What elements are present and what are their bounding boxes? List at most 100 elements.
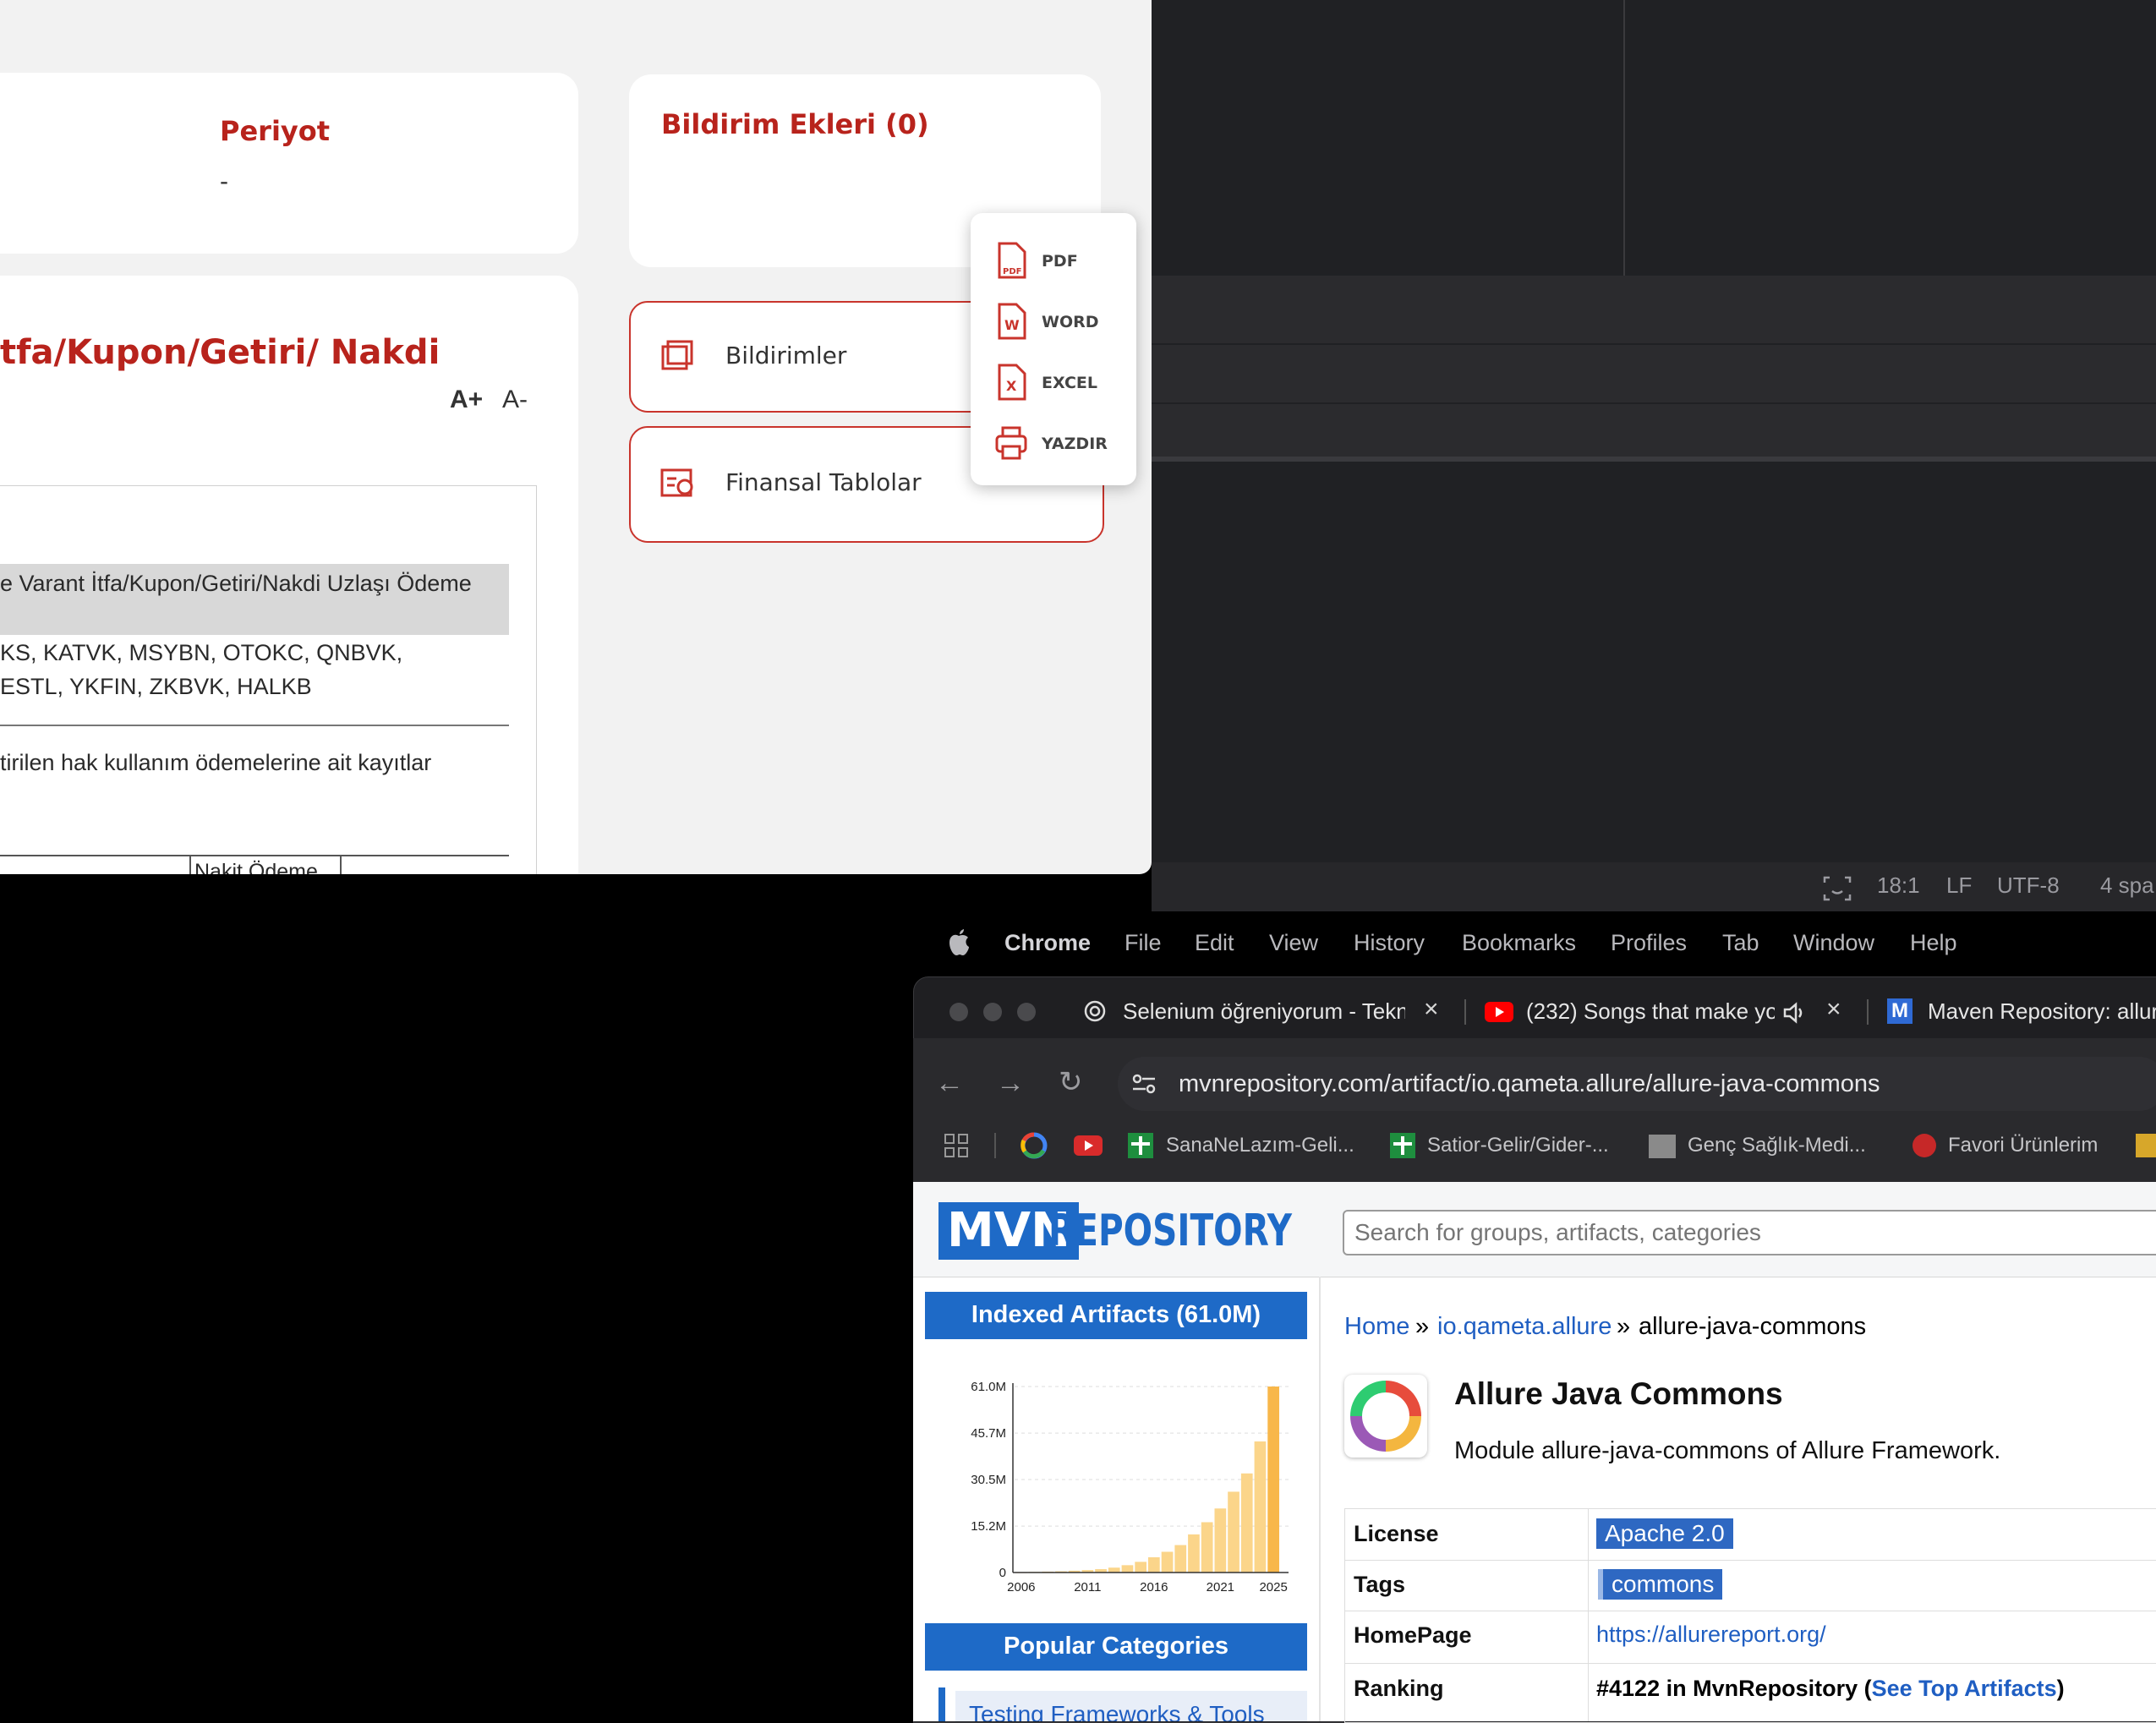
site-thumbnail-icon xyxy=(1649,1135,1676,1158)
font-decrease-button[interactable]: A- xyxy=(502,386,528,414)
ranking-label: Ranking xyxy=(1354,1676,1444,1701)
back-icon[interactable]: ← xyxy=(935,1067,964,1100)
tag-commons[interactable]: commons xyxy=(1598,1569,1723,1600)
homepage-link[interactable]: https://allurereport.org/ xyxy=(1596,1622,1826,1648)
doc-divider xyxy=(0,725,509,726)
apps-grid-icon[interactable] xyxy=(944,1133,969,1158)
menu-help[interactable]: Help xyxy=(1910,930,1957,956)
breadcrumb-group[interactable]: io.qameta.allure xyxy=(1437,1313,1612,1341)
chart-bar xyxy=(1188,1534,1200,1573)
excel-icon: X xyxy=(998,364,1026,401)
homepage-label: HomePage xyxy=(1354,1622,1472,1648)
indexed-artifacts-header: Indexed Artifacts (61.0M) xyxy=(925,1292,1307,1339)
chart-x-tick-label: 2025 xyxy=(1259,1580,1287,1594)
report-icon xyxy=(660,468,693,497)
sheets-icon xyxy=(1128,1133,1153,1158)
speaker-icon[interactable] xyxy=(1782,1001,1808,1025)
logo-repository[interactable]: REPOSITORY xyxy=(1048,1202,1292,1260)
chart-bar xyxy=(1148,1556,1160,1573)
export-excel[interactable]: X EXCEL xyxy=(994,364,1130,401)
minimize-window-button[interactable] xyxy=(983,1003,1002,1021)
financial-tables-label: Finansal Tablolar xyxy=(725,468,922,496)
svg-text:PDF: PDF xyxy=(1003,267,1021,276)
url-text[interactable]: mvnrepository.com/artifact/io.qameta.all… xyxy=(1179,1070,1880,1098)
menu-profiles[interactable]: Profiles xyxy=(1611,930,1687,956)
menu-history[interactable]: History xyxy=(1354,930,1425,956)
close-window-button[interactable] xyxy=(949,1003,968,1021)
breadcrumb-home[interactable]: Home xyxy=(1344,1313,1409,1341)
google-icon[interactable] xyxy=(1020,1131,1048,1160)
license-badge[interactable]: Apache 2.0 xyxy=(1596,1518,1733,1549)
maximize-window-button[interactable] xyxy=(1017,1003,1036,1021)
chart-bar xyxy=(1201,1522,1213,1573)
chart-bar xyxy=(1240,1473,1253,1573)
focus-icon[interactable] xyxy=(1823,876,1852,901)
chart-bar xyxy=(1135,1562,1146,1573)
doc-table-header: Nakit Ödeme xyxy=(194,860,318,874)
menu-view[interactable]: View xyxy=(1269,930,1318,956)
export-pdf[interactable]: PDF PDF xyxy=(994,242,1130,279)
tab-youtube[interactable]: (232) Songs that make yo xyxy=(1526,998,1775,1025)
export-print[interactable]: YAZDIR xyxy=(994,424,1130,462)
chart-bar xyxy=(1121,1565,1134,1573)
apple-icon[interactable] xyxy=(947,928,971,957)
export-word[interactable]: W WORD xyxy=(994,303,1130,340)
maven-favicon: M xyxy=(1887,998,1912,1024)
font-increase-button[interactable]: A+ xyxy=(450,386,483,414)
cursor-position[interactable]: 18:1 xyxy=(1877,872,1920,899)
reload-icon[interactable]: ↻ xyxy=(1059,1065,1083,1099)
svg-text:W: W xyxy=(1004,317,1020,333)
search-input[interactable] xyxy=(1343,1210,2156,1255)
category-link[interactable]: Testing Frameworks & Tools xyxy=(955,1691,1307,1721)
chart-y-tick-label: 30.5M xyxy=(971,1473,1006,1487)
editor-panel-row xyxy=(1152,404,2156,457)
chart-bar xyxy=(1254,1441,1267,1573)
notifications-label: Bildirimler xyxy=(725,342,847,369)
indexed-artifacts-chart: 0 15.2M 30.5M 45.7M 61.0M 2006 2011 2016 2021 20… xyxy=(971,1380,1290,1594)
chart-y-tick-label: 45.7M xyxy=(971,1426,1006,1441)
tab-maven[interactable]: Maven Repository: allure xyxy=(1928,998,2156,1025)
chart-bar xyxy=(1228,1491,1239,1573)
code-editor xyxy=(1152,0,2156,911)
chart-bar xyxy=(1214,1508,1227,1573)
youtube-icon xyxy=(1485,1002,1513,1022)
site-settings-icon[interactable] xyxy=(1130,1070,1158,1097)
menu-bookmarks[interactable]: Bookmarks xyxy=(1462,930,1576,956)
chart-bar xyxy=(1161,1551,1174,1573)
doc-line: ESTL, YKFIN, ZKBVK, HALKB xyxy=(0,674,312,699)
chart-y-tick-label: 15.2M xyxy=(971,1519,1006,1534)
section-title: tfa/Kupon/Getiri/ Nakdi xyxy=(0,333,441,372)
tab-selenium[interactable]: Selenium öğreniyorum - Tekni xyxy=(1123,998,1405,1025)
bookmark-item[interactable]: SanaNeLazım-Geli... xyxy=(1166,1134,1354,1157)
document-frame: e Varant İtfa/Kupon/Getiri/Nakdi Uzlaşı … xyxy=(0,485,537,874)
menu-file[interactable]: File xyxy=(1125,930,1162,956)
ranking-value: #4122 in MvnRepository (See Top Artifact… xyxy=(1596,1676,2065,1701)
bookmark-item[interactable]: Satior-Gelir/Gider-... xyxy=(1427,1134,1609,1157)
period-title: Periyot xyxy=(220,115,331,147)
menu-edit[interactable]: Edit xyxy=(1195,930,1234,956)
bookmark-item[interactable]: Favori Ürünlerim xyxy=(1948,1134,2098,1157)
line-ending[interactable]: LF xyxy=(1946,872,1972,899)
doc-line: e Varant İtfa/Kupon/Getiri/Nakdi Uzlaşı … xyxy=(0,571,472,596)
close-tab-icon[interactable]: × xyxy=(1826,995,1841,1024)
close-tab-icon[interactable]: × xyxy=(1424,995,1439,1024)
doc-line: tirilen hak kullanım ödemelerine ait kay… xyxy=(0,750,432,775)
bookmark-item[interactable]: Genç Sağlık-Medi... xyxy=(1688,1134,1866,1157)
see-top-artifacts-link[interactable]: See Top Artifacts xyxy=(1872,1676,2057,1701)
indent-setting[interactable]: 4 spa xyxy=(2100,872,2154,899)
allure-logo xyxy=(1344,1375,1427,1458)
chart-x-tick-label: 2016 xyxy=(1140,1580,1168,1594)
artifact-description: Module allure-java-commons of Allure Fra… xyxy=(1454,1437,2001,1464)
file-encoding[interactable]: UTF-8 xyxy=(1997,872,2060,899)
menu-chrome[interactable]: Chrome xyxy=(1004,930,1091,956)
chart-bar xyxy=(1174,1545,1187,1573)
chart-x-tick-label: 2011 xyxy=(1074,1580,1101,1594)
export-menu: PDF PDF W WORD X EXCEL YAZDIR xyxy=(971,213,1136,485)
menu-tab[interactable]: Tab xyxy=(1722,930,1759,956)
doc-table: Nakit Ödeme xyxy=(0,855,509,874)
chatgpt-icon xyxy=(1084,1000,1106,1022)
youtube-bookmark-icon[interactable] xyxy=(1074,1135,1103,1156)
printer-icon xyxy=(995,426,1027,460)
forward-icon[interactable]: → xyxy=(996,1067,1025,1100)
menu-window[interactable]: Window xyxy=(1793,930,1874,956)
